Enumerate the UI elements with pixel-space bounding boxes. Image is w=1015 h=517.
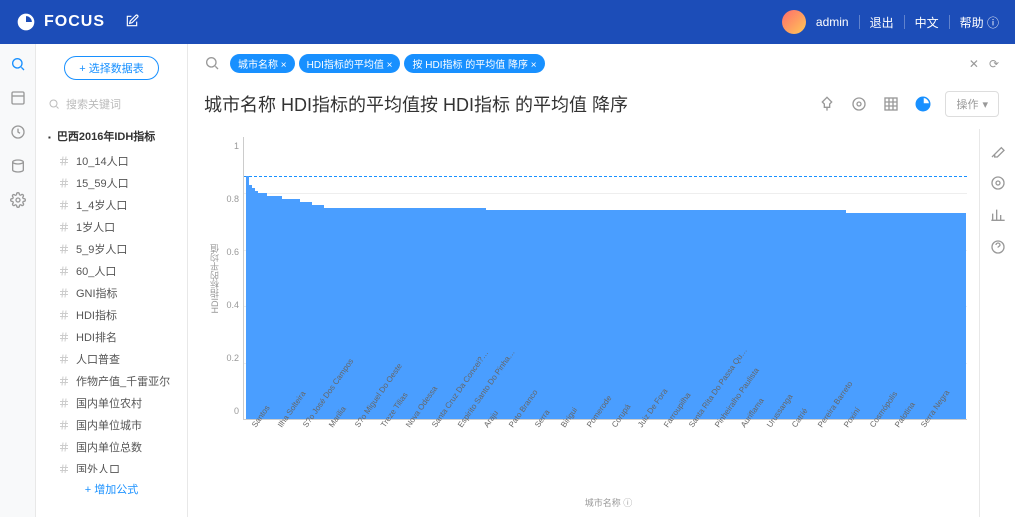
field-label: HDI排名: [76, 329, 117, 345]
field-label: 1岁人口: [76, 219, 115, 235]
field-search[interactable]: 搜索关键词: [36, 90, 187, 118]
config-icon[interactable]: [849, 94, 869, 114]
help-link[interactable]: 帮助 ⓘ: [960, 14, 999, 31]
chart-bar-icon[interactable]: [990, 207, 1006, 223]
pin-icon[interactable]: [817, 94, 837, 114]
field-type-icon: [58, 309, 70, 321]
add-formula-link[interactable]: + 增加公式: [85, 481, 138, 497]
field-item[interactable]: HDI指标: [36, 304, 187, 326]
query-bar: 城市名称 ×HDI指标的平均值 ×按 HDI指标 的平均值 降序 × ✕ ⟳: [188, 44, 1015, 83]
field-label: 作物产值_千雷亚尔: [76, 373, 170, 389]
edit-icon[interactable]: [125, 14, 139, 31]
chart-bar[interactable]: [963, 213, 965, 419]
field-type-icon: [58, 353, 70, 365]
y-axis-ticks: 10.80.60.40.20: [225, 137, 243, 420]
field-item[interactable]: HDI排名: [36, 326, 187, 348]
search-icon: [48, 98, 60, 110]
field-type-icon: [58, 375, 70, 387]
settings-rail-icon[interactable]: [10, 192, 26, 208]
field-item[interactable]: 15_59人口: [36, 172, 187, 194]
search-placeholder: 搜索关键词: [66, 96, 121, 112]
brand-text: FOCUS: [44, 13, 105, 31]
select-datasource-button[interactable]: + 选择数据表: [64, 56, 158, 80]
sidebar: + 选择数据表 搜索关键词 巴西2016年IDH指标 10_14人口 15_59人…: [36, 44, 188, 517]
search-rail-icon[interactable]: [10, 56, 26, 72]
field-type-icon: [58, 419, 70, 431]
field-label: 国外人口: [76, 461, 120, 473]
field-item[interactable]: 国外人口: [36, 458, 187, 473]
field-type-icon: [58, 463, 70, 473]
field-label: GNI指标: [76, 285, 118, 301]
chart-plot[interactable]: ■ 最大:0.86 ■ 平均:0.76 ■ 最小:0.73: [243, 137, 967, 420]
app-header: FOCUS admin 退出 中文 帮助 ⓘ: [0, 0, 1015, 44]
field-label: 1_4岁人口: [76, 197, 127, 213]
field-label: 60_人口: [76, 263, 116, 279]
field-type-icon: [58, 441, 70, 453]
field-type-icon: [58, 243, 70, 255]
avatar[interactable]: [782, 10, 806, 34]
chart-title: 城市名称 HDI指标的平均值按 HDI指标 的平均值 降序: [204, 91, 628, 117]
query-pill[interactable]: HDI指标的平均值 ×: [299, 54, 401, 73]
brand-logo: FOCUS: [16, 12, 105, 32]
y-axis-label: HDI指标的平均值: [208, 244, 221, 314]
field-item[interactable]: GNI指标: [36, 282, 187, 304]
field-item[interactable]: 国内单位城市: [36, 414, 187, 436]
field-item[interactable]: 60_人口: [36, 260, 187, 282]
field-tree: 巴西2016年IDH指标 10_14人口 15_59人口 1_4岁人口 1岁人口 5_9…: [36, 118, 187, 473]
main-area: 城市名称 ×HDI指标的平均值 ×按 HDI指标 的平均值 降序 × ✕ ⟳ 城…: [188, 44, 1015, 517]
clock-rail-icon[interactable]: [10, 124, 26, 140]
title-row: 城市名称 HDI指标的平均值按 HDI指标 的平均值 降序 操作▾: [188, 83, 1015, 129]
query-pill[interactable]: 城市名称 ×: [230, 54, 295, 73]
field-item[interactable]: 1岁人口: [36, 216, 187, 238]
x-axis-label: 城市名称 ⓘ: [250, 496, 967, 509]
query-pill[interactable]: 按 HDI指标 的平均值 降序 ×: [404, 54, 544, 73]
header-right: admin 退出 中文 帮助 ⓘ: [782, 10, 999, 34]
field-type-icon: [58, 287, 70, 299]
chart-type-icon[interactable]: [913, 94, 933, 114]
field-type-icon: [58, 221, 70, 233]
field-item[interactable]: 国内单位农村: [36, 392, 187, 414]
clear-query-icon[interactable]: ✕: [969, 57, 979, 71]
left-icon-rail: [0, 44, 36, 517]
query-search-icon[interactable]: [204, 55, 222, 73]
x-axis-ticks: SantosIlha SolteiraS?o José Dos CamposMa…: [250, 420, 919, 492]
lang-link[interactable]: 中文: [915, 14, 939, 31]
right-icon-rail: [979, 129, 1015, 517]
field-label: 5_9岁人口: [76, 241, 127, 257]
focus-logo-icon: [16, 12, 36, 32]
chart-settings-icon[interactable]: [990, 175, 1006, 191]
board-rail-icon[interactable]: [10, 90, 26, 106]
chart-container: HDI指标的平均值 10.80.60.40.20 ■ 最大:0.86 ■ 平均:…: [188, 129, 979, 517]
field-label: 国内单位总数: [76, 439, 142, 455]
field-item[interactable]: 人口普查: [36, 348, 187, 370]
edit-chart-icon[interactable]: [990, 143, 1006, 159]
field-type-icon: [58, 397, 70, 409]
field-label: 15_59人口: [76, 175, 129, 191]
table-icon[interactable]: [881, 94, 901, 114]
data-rail-icon[interactable]: [10, 158, 26, 174]
logout-link[interactable]: 退出: [870, 14, 894, 31]
operate-button[interactable]: 操作▾: [945, 91, 999, 117]
field-type-icon: [58, 331, 70, 343]
field-item[interactable]: 1_4岁人口: [36, 194, 187, 216]
chart-help-icon[interactable]: [990, 239, 1006, 255]
field-label: 国内单位城市: [76, 417, 142, 433]
field-label: 人口普查: [76, 351, 120, 367]
field-item[interactable]: 5_9岁人口: [36, 238, 187, 260]
table-name[interactable]: 巴西2016年IDH指标: [36, 122, 187, 150]
field-type-icon: [58, 265, 70, 277]
query-pills: 城市名称 ×HDI指标的平均值 ×按 HDI指标 的平均值 降序 ×: [230, 54, 545, 73]
field-label: 国内单位农村: [76, 395, 142, 411]
field-item[interactable]: 10_14人口: [36, 150, 187, 172]
field-label: HDI指标: [76, 307, 117, 323]
username[interactable]: admin: [816, 15, 849, 29]
field-type-icon: [58, 177, 70, 189]
refresh-query-icon[interactable]: ⟳: [989, 57, 999, 71]
field-label: 10_14人口: [76, 153, 129, 169]
field-type-icon: [58, 155, 70, 167]
field-item[interactable]: 国内单位总数: [36, 436, 187, 458]
field-type-icon: [58, 199, 70, 211]
field-item[interactable]: 作物产值_千雷亚尔: [36, 370, 187, 392]
